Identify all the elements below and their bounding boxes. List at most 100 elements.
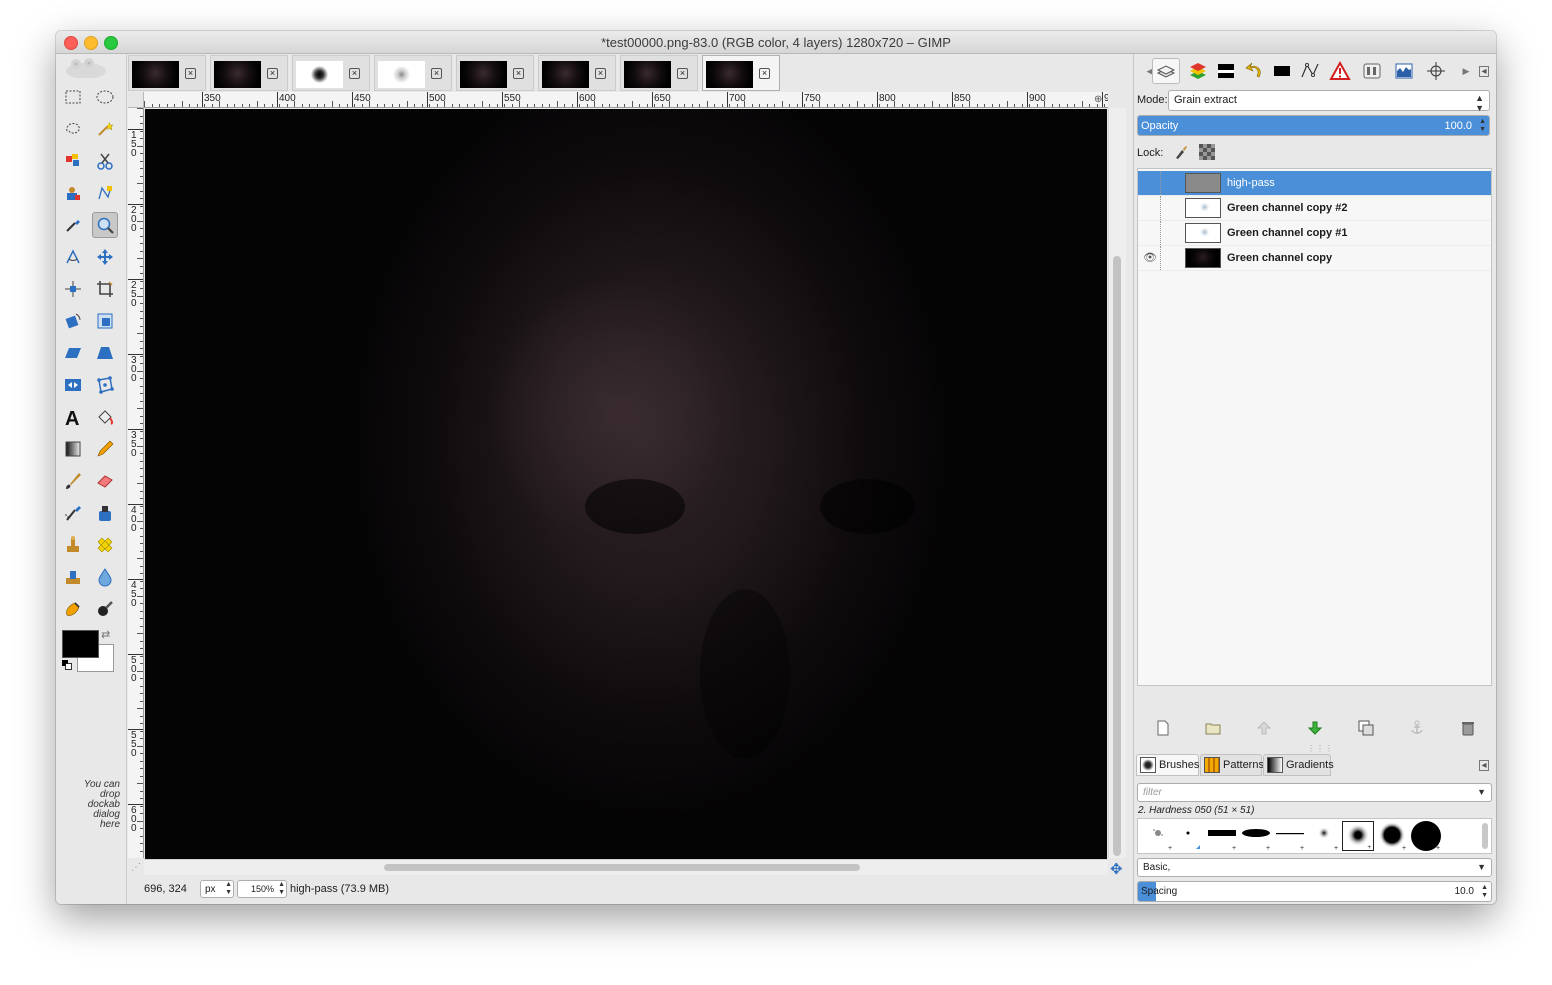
perspective-clone-tool-button[interactable] bbox=[60, 564, 86, 590]
brush-filter-input[interactable]: filter ▼ bbox=[1137, 783, 1492, 802]
brush-sparks-icon[interactable]: + bbox=[1142, 821, 1174, 851]
tag-dropdown-icon[interactable]: ▼ bbox=[1477, 862, 1486, 872]
new-layer-group-button[interactable] bbox=[1203, 718, 1223, 738]
image-tab-2[interactable]: × bbox=[210, 55, 288, 91]
tab-patterns[interactable]: Patterns bbox=[1200, 754, 1264, 776]
image-tab-5[interactable]: × bbox=[456, 55, 534, 91]
brush-dock-menu-icon[interactable]: ◂ bbox=[1470, 754, 1496, 776]
free-select-tool-button[interactable] bbox=[60, 116, 86, 142]
anchor-layer-button[interactable] bbox=[1407, 718, 1427, 738]
rotate-tool-button[interactable] bbox=[60, 308, 86, 334]
eye-icon[interactable]: 👁 bbox=[1143, 252, 1157, 264]
ink-tool-button[interactable] bbox=[92, 500, 118, 526]
close-tab-icon[interactable]: × bbox=[513, 68, 524, 79]
fuzzy-select-tool-button[interactable] bbox=[92, 116, 118, 142]
pencil-tool-button[interactable] bbox=[92, 436, 118, 462]
chain-toggle[interactable] bbox=[1160, 171, 1174, 195]
move-tool-button[interactable] bbox=[92, 244, 118, 270]
foreground-select-tool-button[interactable] bbox=[60, 180, 86, 206]
layer-row[interactable]: Green channel copy #1 bbox=[1138, 221, 1491, 246]
ellipse-select-tool-button[interactable] bbox=[92, 84, 118, 110]
lock-alpha-icon[interactable] bbox=[1199, 144, 1215, 160]
tab-histogram[interactable] bbox=[1390, 58, 1418, 84]
brush-tag-select[interactable]: Basic, ▼ bbox=[1137, 858, 1492, 877]
raise-layer-button[interactable] bbox=[1254, 718, 1274, 738]
chain-toggle[interactable] bbox=[1160, 196, 1174, 220]
tab-paths[interactable] bbox=[1296, 58, 1324, 84]
dodge-burn-tool-button[interactable] bbox=[92, 596, 118, 622]
color-picker-tool-button[interactable] bbox=[60, 212, 86, 238]
layer-row[interactable]: high-pass bbox=[1138, 171, 1491, 196]
close-tab-icon[interactable]: × bbox=[185, 68, 196, 79]
lower-layer-button[interactable] bbox=[1305, 718, 1325, 738]
vertical-scrollbar[interactable] bbox=[1108, 108, 1126, 858]
close-tab-icon[interactable]: × bbox=[677, 68, 688, 79]
close-tab-icon[interactable]: × bbox=[267, 68, 278, 79]
image-canvas[interactable] bbox=[145, 109, 1107, 859]
visibility-toggle[interactable] bbox=[1143, 177, 1157, 189]
cage-transform-tool-button[interactable] bbox=[92, 372, 118, 398]
brush-line-icon[interactable]: + bbox=[1274, 821, 1306, 851]
unit-select[interactable]: px ▲ ▼ bbox=[200, 880, 234, 898]
eraser-tool-button[interactable] bbox=[92, 468, 118, 494]
tab-channels[interactable] bbox=[1212, 58, 1240, 84]
smudge-tool-button[interactable] bbox=[60, 596, 86, 622]
swap-colors-icon[interactable]: ⇄ bbox=[101, 628, 110, 641]
opacity-slider[interactable]: Opacity 100.0 ▲ ▼ bbox=[1137, 115, 1490, 136]
layer-row[interactable]: 👁 Green channel copy bbox=[1138, 246, 1491, 271]
layers-list[interactable]: high-pass Green channel copy #2 Green chan… bbox=[1137, 168, 1492, 686]
scissors-select-tool-button[interactable] bbox=[92, 148, 118, 174]
color-select-tool-button[interactable] bbox=[60, 148, 86, 174]
duplicate-brush-button[interactable] bbox=[1304, 902, 1324, 904]
filter-dropdown-icon[interactable]: ▼ bbox=[1477, 787, 1486, 797]
close-tab-icon[interactable]: × bbox=[595, 68, 606, 79]
tab-device-status[interactable] bbox=[1358, 58, 1386, 84]
paths-tool-button[interactable] bbox=[92, 180, 118, 206]
image-tab-3[interactable]: × bbox=[292, 55, 370, 91]
brush-pixel-icon[interactable] bbox=[1174, 821, 1206, 851]
quick-mask-toggle-icon[interactable]: ⋰ bbox=[131, 862, 141, 873]
close-tab-icon[interactable]: × bbox=[431, 68, 442, 79]
clone-tool-button[interactable] bbox=[60, 532, 86, 558]
tab-undo-history[interactable] bbox=[1240, 58, 1268, 84]
tab-pointer[interactable] bbox=[1422, 58, 1450, 84]
perspective-tool-button[interactable] bbox=[92, 340, 118, 366]
chain-toggle[interactable] bbox=[1160, 221, 1174, 245]
chain-toggle[interactable] bbox=[1160, 246, 1174, 270]
brush-grid[interactable]: + + + + + + + + bbox=[1137, 818, 1492, 854]
image-tab-4[interactable]: × bbox=[374, 55, 452, 91]
new-layer-button[interactable] bbox=[1153, 718, 1173, 738]
vertical-scroll-thumb[interactable] bbox=[1113, 256, 1121, 856]
image-tab-7[interactable]: × bbox=[620, 55, 698, 91]
text-tool-button[interactable]: A bbox=[60, 404, 86, 430]
tab-images[interactable] bbox=[1268, 58, 1296, 84]
close-tab-icon[interactable]: × bbox=[759, 68, 770, 79]
layer-row[interactable]: Green channel copy #2 bbox=[1138, 196, 1491, 221]
tab-error-console[interactable] bbox=[1326, 58, 1354, 84]
shear-tool-button[interactable] bbox=[60, 340, 86, 366]
brush-soft-small-icon[interactable]: + bbox=[1308, 821, 1340, 851]
ruler-corner-menu-icon[interactable] bbox=[128, 92, 144, 108]
default-colors-icon[interactable] bbox=[62, 660, 72, 670]
tab-layers[interactable] bbox=[1184, 58, 1212, 84]
heal-tool-button[interactable] bbox=[92, 532, 118, 558]
dock-menu-icon[interactable]: ◂ bbox=[1470, 58, 1496, 84]
brush-grid-scrollbar[interactable] bbox=[1482, 823, 1488, 849]
lock-pixels-icon[interactable] bbox=[1173, 144, 1189, 160]
horizontal-ruler[interactable]: 350 400 450 500 550 600 650 700 750 800 850 900 9 bbox=[144, 92, 1108, 108]
align-tool-button[interactable] bbox=[60, 276, 86, 302]
horizontal-scroll-thumb[interactable] bbox=[384, 864, 860, 871]
delete-brush-button[interactable] bbox=[1375, 902, 1395, 904]
crop-tool-button[interactable] bbox=[92, 276, 118, 302]
bucket-fill-tool-button[interactable] bbox=[92, 404, 118, 430]
blur-tool-button[interactable] bbox=[92, 564, 118, 590]
tab-brushes[interactable]: Brushes bbox=[1136, 754, 1199, 776]
zoom-fit-icon[interactable]: ⊕ bbox=[1094, 94, 1102, 105]
horizontal-scrollbar[interactable] bbox=[144, 859, 1108, 875]
brush-block-icon[interactable]: + bbox=[1206, 821, 1238, 851]
edit-brush-button[interactable] bbox=[1162, 902, 1182, 904]
measure-tool-button[interactable] bbox=[60, 244, 86, 270]
brush-hardness-075-icon[interactable]: + bbox=[1376, 821, 1408, 851]
mode-select[interactable]: Grain extract ▲ ▼ bbox=[1168, 90, 1490, 113]
brush-hardness-050-icon[interactable]: + bbox=[1342, 821, 1374, 851]
